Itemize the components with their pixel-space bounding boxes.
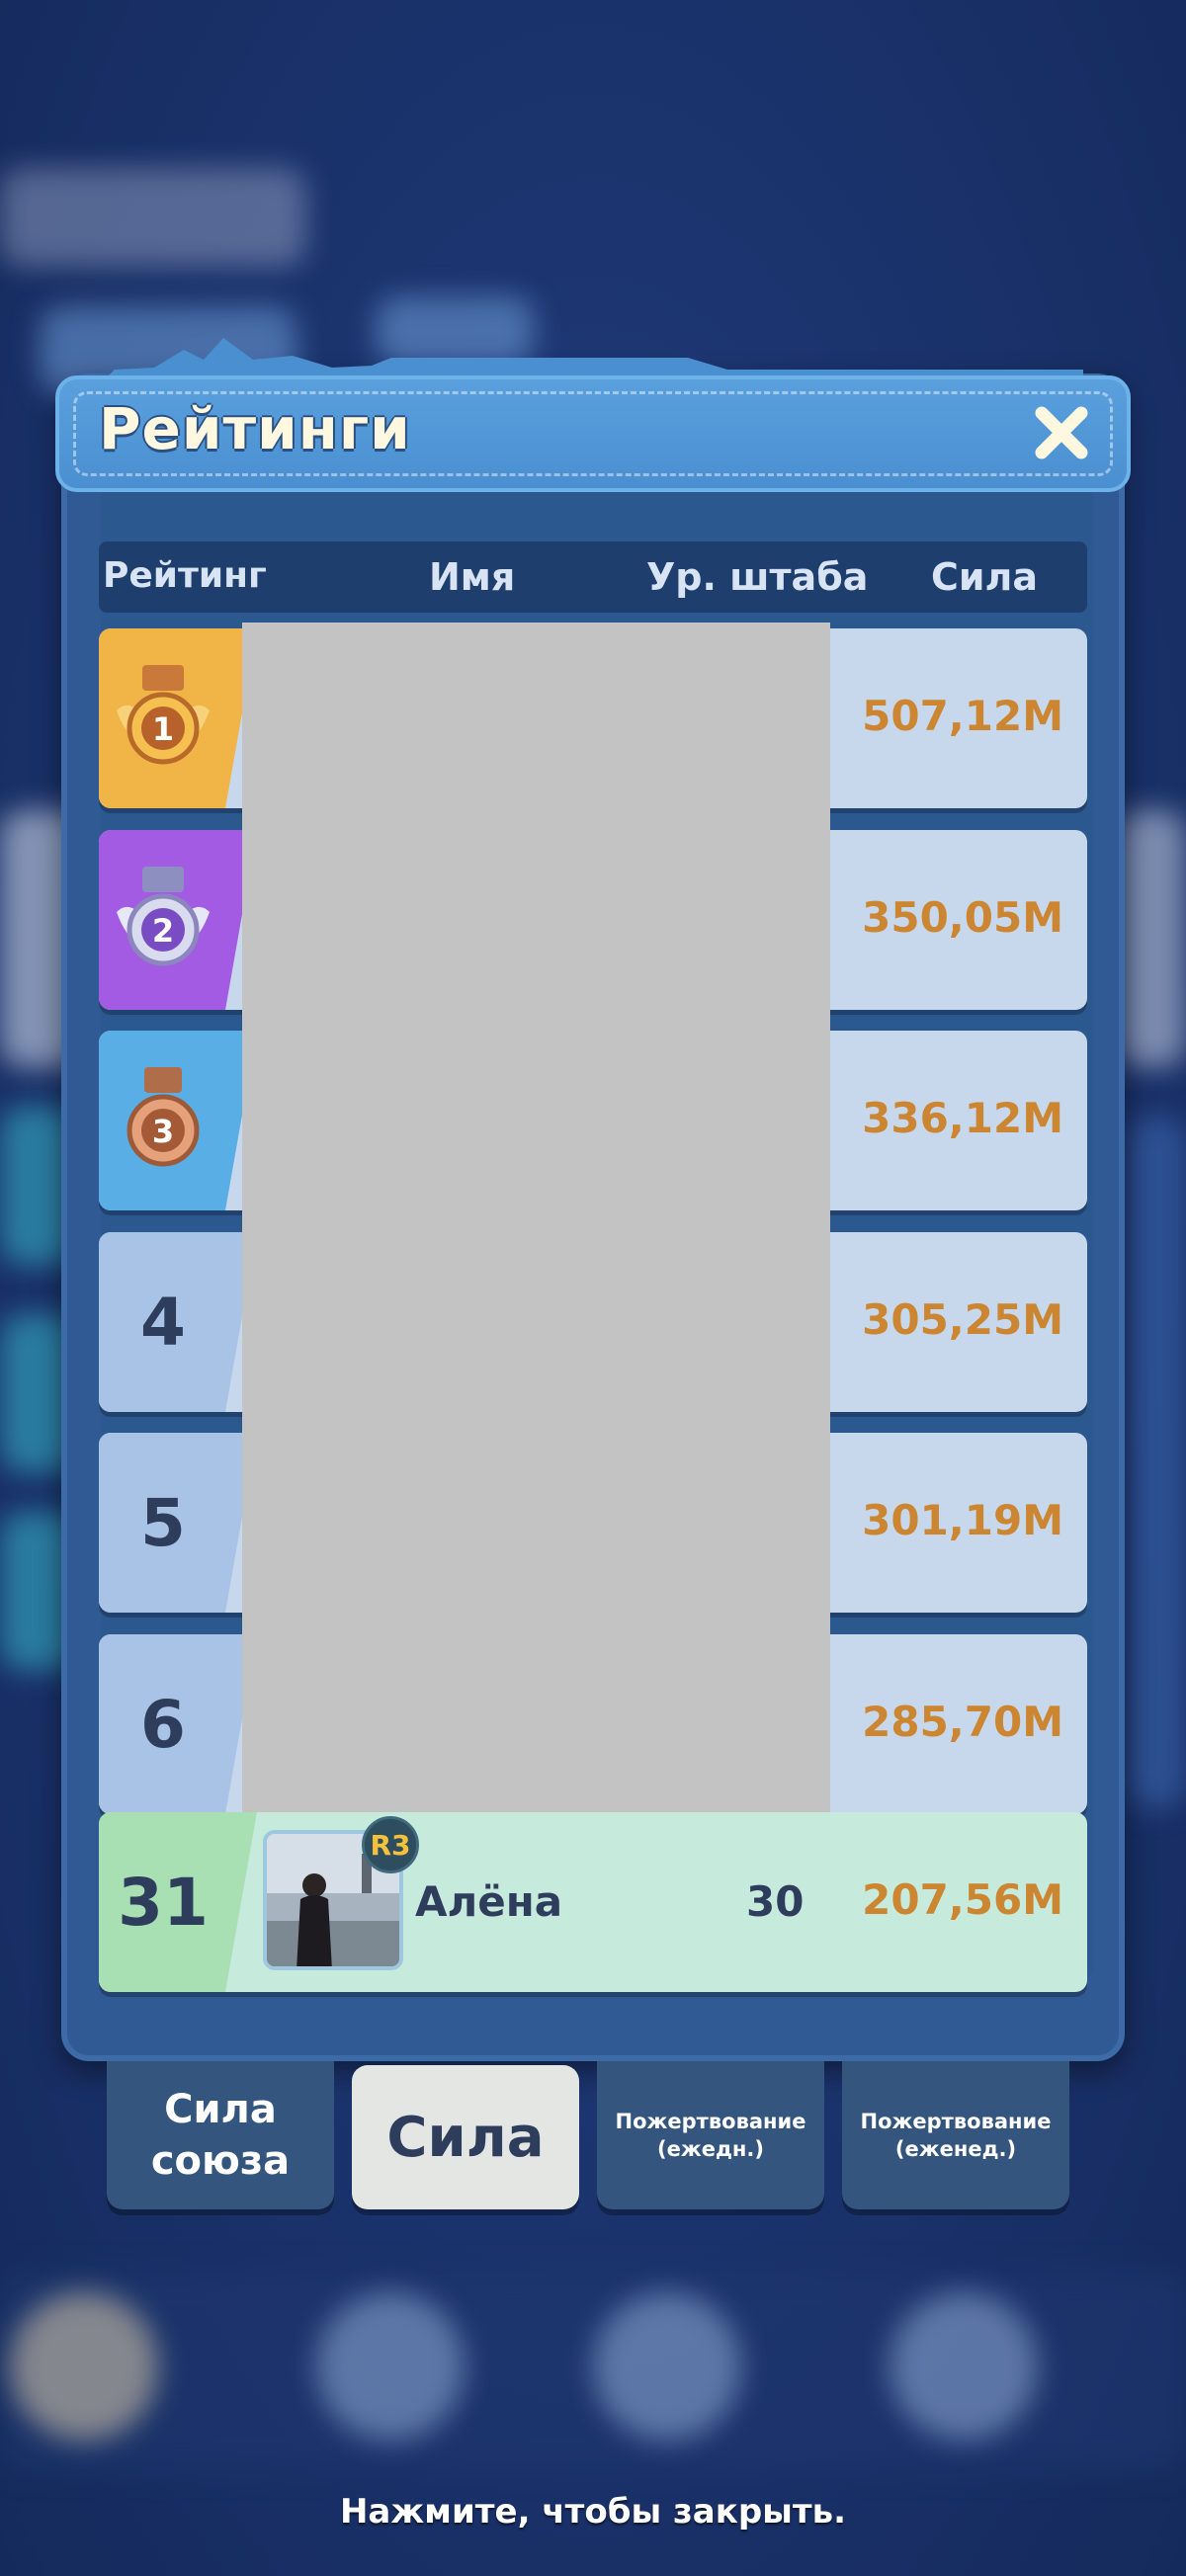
background-decoration xyxy=(10,2292,158,2441)
player-power: 305,25M xyxy=(862,1295,1063,1344)
player-power: 350,05M xyxy=(862,893,1063,942)
svg-text:1: 1 xyxy=(152,710,174,748)
tab-label: Сила союза xyxy=(151,2084,290,2187)
panel-title: Рейтинги xyxy=(99,395,411,462)
bronze-medal-icon: 3 xyxy=(127,1067,200,1167)
rank-cell: 2 xyxy=(99,830,257,1010)
player-name: Алёна xyxy=(415,1877,563,1926)
tab-weekly-donation[interactable]: Пожертвование (еженед.) xyxy=(842,2061,1069,2209)
tab-label-line: (еженед.) xyxy=(894,2137,1017,2161)
rank-number: 6 xyxy=(140,1686,186,1763)
background-decoration xyxy=(0,168,306,267)
background-decoration xyxy=(316,2292,465,2441)
tab-alliance-power[interactable]: Сила союза xyxy=(107,2061,334,2209)
own-ranking-row[interactable]: 31 R3 Алёна 30 207,56M xyxy=(99,1812,1087,1992)
tab-power[interactable]: Сила xyxy=(352,2065,579,2209)
background-decoration xyxy=(890,2292,1038,2441)
redacted-area xyxy=(242,623,830,1816)
player-power: 285,70M xyxy=(862,1698,1063,1746)
tab-label-line: Пожертвование xyxy=(860,2110,1052,2133)
tab-label-line: Сила xyxy=(164,2087,277,2132)
tab-label: Сила xyxy=(386,2105,545,2170)
close-button[interactable] xyxy=(1026,397,1097,468)
tab-daily-donation[interactable]: Пожертвование (ежедн.) xyxy=(597,2061,824,2209)
tap-to-close-hint[interactable]: Нажмите, чтобы закрыть. xyxy=(0,2492,1186,2532)
tab-label: Пожертвование (ежедн.) xyxy=(616,2108,806,2163)
player-power: 207,56M xyxy=(862,1875,1063,1924)
player-power: 301,19M xyxy=(862,1496,1063,1544)
player-hq-level: 30 xyxy=(746,1877,805,1926)
tab-label-line: (ежедн.) xyxy=(656,2137,765,2161)
column-header: Рейтинг Имя Ур. штаба Сила xyxy=(99,541,1087,613)
rank-cell: 31 xyxy=(99,1812,257,1992)
rank-number: 4 xyxy=(140,1284,186,1361)
svg-text:2: 2 xyxy=(152,912,174,950)
column-power: Сила xyxy=(931,555,1038,599)
column-hq-level: Ур. штаба xyxy=(646,555,869,599)
rank-number: 5 xyxy=(140,1484,186,1561)
rank-cell: 1 xyxy=(99,628,257,808)
rank-cell: 4 xyxy=(99,1232,257,1412)
background-decoration xyxy=(593,2292,741,2441)
column-rank: Рейтинг xyxy=(103,555,267,596)
background-decoration xyxy=(1127,1117,1186,1808)
background-decoration xyxy=(1117,810,1186,1067)
rank-cell: 5 xyxy=(99,1433,257,1613)
gold-medal-icon: 1 xyxy=(117,665,210,765)
rank-badge: R3 xyxy=(362,1816,419,1873)
tab-label-line: союза xyxy=(150,2138,291,2184)
player-power: 336,12M xyxy=(862,1094,1063,1142)
svg-text:3: 3 xyxy=(152,1113,174,1150)
player-power: 507,12M xyxy=(862,692,1063,740)
tab-label: Пожертвование (еженед.) xyxy=(861,2108,1052,2163)
close-icon xyxy=(1035,406,1088,459)
tab-label-line: Пожертвование xyxy=(615,2110,806,2133)
column-name: Имя xyxy=(429,555,516,599)
rank-number: 31 xyxy=(118,1864,209,1941)
rank-cell: 3 xyxy=(99,1031,257,1210)
rank-cell: 6 xyxy=(99,1634,257,1814)
silver-medal-icon: 2 xyxy=(117,867,210,966)
